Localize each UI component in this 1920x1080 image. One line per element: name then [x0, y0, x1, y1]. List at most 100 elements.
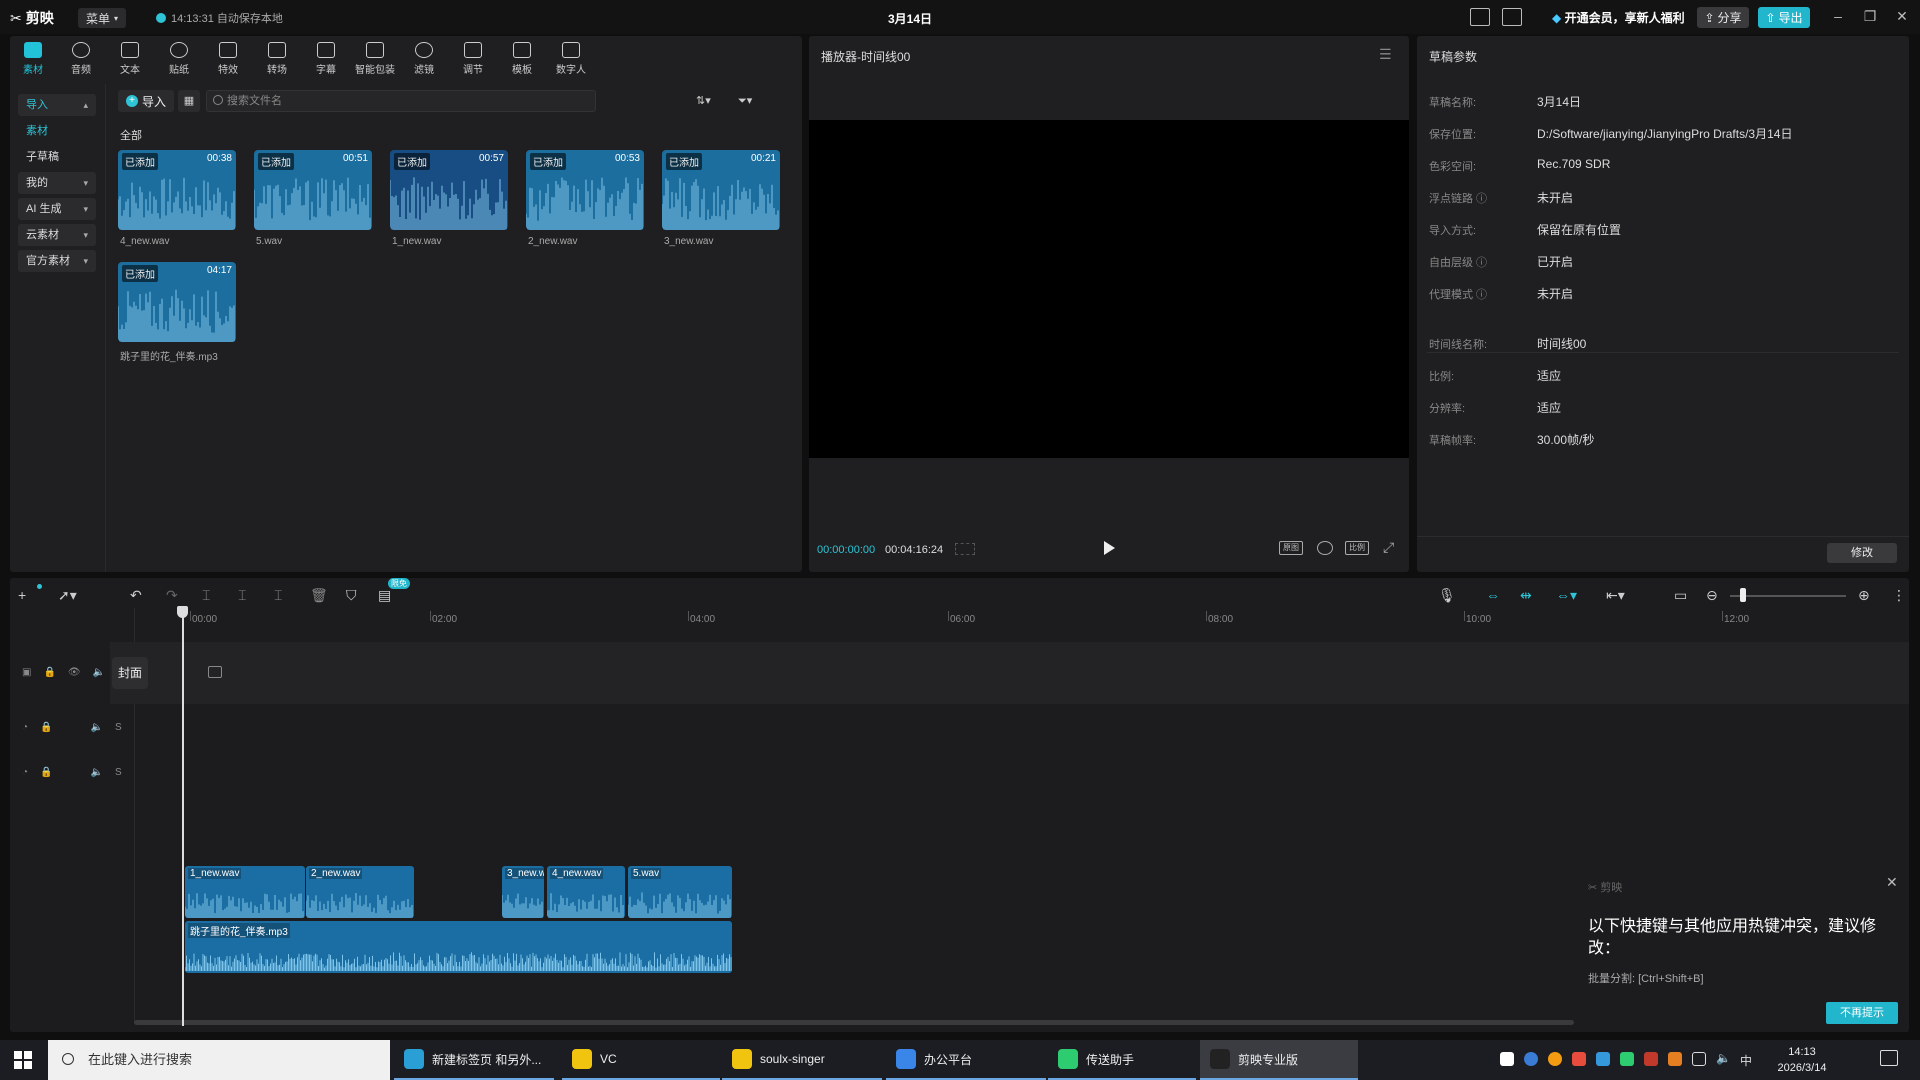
- network-tray-icon[interactable]: [1596, 1052, 1610, 1066]
- main-track-magnet-icon[interactable]: ⇔: [1486, 587, 1500, 603]
- taskbar-search-input[interactable]: 在此键入进行搜索: [48, 1040, 390, 1080]
- dont-show-again-button[interactable]: 不再提示: [1826, 1002, 1898, 1024]
- app-tray-icon[interactable]: [1572, 1052, 1586, 1066]
- media-clip[interactable]: 已添加 00:57: [390, 150, 508, 230]
- tab-sticker[interactable]: 贴纸: [158, 42, 200, 76]
- undo-icon[interactable]: ↶: [130, 587, 142, 604]
- screenshot-icon[interactable]: [1317, 541, 1333, 555]
- share-button[interactable]: ⇪ 分享: [1697, 7, 1749, 28]
- tab-transition[interactable]: 转场: [256, 42, 298, 76]
- ime-indicator[interactable]: 中: [1740, 1052, 1752, 1069]
- menu-button[interactable]: 菜单 ▾: [78, 8, 127, 28]
- tab-adjust[interactable]: 调节: [452, 42, 494, 76]
- layout-icon[interactable]: [1502, 8, 1522, 26]
- audio-clip[interactable]: 4_new.wav: [547, 866, 625, 918]
- security-tray-icon[interactable]: [1644, 1052, 1658, 1066]
- split-right-icon[interactable]: ⌶: [274, 587, 282, 604]
- tab-digital-human[interactable]: 数字人: [550, 42, 592, 76]
- add-track-icon[interactable]: +: [18, 587, 26, 603]
- linkage-icon[interactable]: ⇔▾: [1556, 587, 1577, 604]
- playhead[interactable]: [182, 608, 184, 1026]
- tab-effects[interactable]: 特效: [207, 42, 249, 76]
- minimize-icon[interactable]: –: [1828, 8, 1848, 24]
- preview-axis-icon[interactable]: ⇤▾: [1606, 587, 1625, 604]
- speaker-icon[interactable]: 🔈: [91, 767, 103, 778]
- media-clip[interactable]: 已添加 00:53: [526, 150, 644, 230]
- cover-button[interactable]: 封面: [112, 657, 148, 689]
- modify-button[interactable]: 修改: [1827, 543, 1897, 563]
- chat-tray-icon[interactable]: [1620, 1052, 1634, 1066]
- tab-material[interactable]: 素材: [12, 42, 54, 76]
- solo-icon[interactable]: S: [115, 722, 122, 733]
- media-clip[interactable]: 已添加 00:21: [662, 150, 780, 230]
- browser-tray-icon[interactable]: [1524, 1052, 1538, 1066]
- menu-icon[interactable]: ☰: [1379, 46, 1392, 63]
- media-clip[interactable]: 已添加 04:17: [118, 262, 236, 342]
- solo-icon[interactable]: S: [115, 767, 122, 778]
- volume-icon[interactable]: 🔈: [1716, 1051, 1731, 1065]
- windows-start-icon[interactable]: [14, 1051, 32, 1069]
- tab-audio[interactable]: 音频: [60, 42, 102, 76]
- tab-text[interactable]: 文本: [109, 42, 151, 76]
- taskbar-clock[interactable]: 14:13 2026/3/14: [1770, 1044, 1834, 1076]
- lock-icon[interactable]: 🔒: [43, 667, 55, 678]
- eye-icon[interactable]: 👁: [68, 667, 81, 678]
- tab-filter[interactable]: 滤镜: [403, 42, 445, 76]
- vip-promo[interactable]: ◆ 开通会员，享新人福利: [1552, 9, 1685, 26]
- nav-material[interactable]: 素材: [18, 120, 96, 142]
- nav-cloud[interactable]: 云素材 ▾: [18, 224, 96, 246]
- fullscreen-icon[interactable]: ⤢: [1383, 539, 1394, 556]
- audio-clip[interactable]: 1_new.wav: [185, 866, 305, 918]
- tab-template[interactable]: 模板: [501, 42, 543, 76]
- zoom-slider-handle[interactable]: [1740, 588, 1746, 602]
- zoom-in-icon[interactable]: ⊕: [1858, 587, 1870, 604]
- video-preview[interactable]: [809, 120, 1409, 458]
- notification-center-icon[interactable]: [1880, 1050, 1898, 1066]
- nav-subdraft[interactable]: 子草稿: [18, 146, 96, 168]
- microphone-icon[interactable]: 🎙: [1438, 587, 1456, 604]
- play-icon[interactable]: [1104, 541, 1115, 555]
- audio-clip[interactable]: 3_new.w: [502, 866, 544, 918]
- more-icon[interactable]: ⋮: [1892, 587, 1906, 604]
- lock-icon[interactable]: 🔒: [40, 767, 52, 778]
- delete-icon[interactable]: 🗑: [310, 587, 328, 604]
- shortcut-keyboard-icon[interactable]: [1470, 8, 1490, 26]
- taskbar-app[interactable]: soulx-singer: [722, 1040, 882, 1080]
- main-video-track[interactable]: [110, 642, 1909, 704]
- tab-smart-pack[interactable]: 智能包装: [354, 42, 396, 76]
- nav-mine[interactable]: 我的 ▾: [18, 172, 96, 194]
- speaker-icon[interactable]: 🔈: [91, 722, 103, 733]
- audio-clip[interactable]: 5.wav: [628, 866, 732, 918]
- lock-icon[interactable]: 🔒: [40, 722, 52, 733]
- nav-official[interactable]: 官方素材 ▾: [18, 250, 96, 272]
- playhead-handle[interactable]: [177, 606, 188, 618]
- audio-track-icon[interactable]: ◔: [22, 767, 28, 778]
- wifi-icon[interactable]: [1692, 1052, 1706, 1066]
- close-icon[interactable]: ✕: [1892, 8, 1912, 25]
- screen-icon[interactable]: ▭: [1674, 587, 1687, 604]
- search-input[interactable]: 搜索文件名: [206, 90, 596, 112]
- taskbar-app[interactable]: VC: [562, 1040, 720, 1080]
- capcut-tray-icon[interactable]: [1500, 1052, 1514, 1066]
- taskbar-app[interactable]: 办公平台: [886, 1040, 1046, 1080]
- filter-funnel-icon[interactable]: ⏷▾: [738, 94, 752, 108]
- media-clip[interactable]: 已添加 00:51: [254, 150, 372, 230]
- zoom-slider[interactable]: [1730, 595, 1846, 597]
- speaker-icon[interactable]: 🔈: [93, 667, 105, 678]
- restore-icon[interactable]: ❐: [1860, 8, 1880, 25]
- import-button[interactable]: + 导入: [118, 90, 174, 112]
- select-cursor-icon[interactable]: ➚▾: [58, 587, 77, 604]
- split-icon[interactable]: ⌶: [202, 587, 210, 604]
- redo-icon[interactable]: ↷: [166, 587, 178, 604]
- nav-ai[interactable]: AI 生成 ▾: [18, 198, 96, 220]
- shield-icon[interactable]: ⛉: [346, 587, 357, 604]
- track-toggle-icon[interactable]: ▣: [22, 667, 31, 678]
- audio-clip[interactable]: 2_new.wav: [306, 866, 414, 918]
- auto-caption-icon[interactable]: ▤: [378, 587, 391, 604]
- timeline-scrollbar[interactable]: [134, 1020, 1574, 1025]
- close-icon[interactable]: ✕: [1886, 874, 1898, 891]
- auto-snap-icon[interactable]: ⇹: [1520, 587, 1532, 604]
- tab-subtitle[interactable]: 字幕: [305, 42, 347, 76]
- zoom-out-icon[interactable]: ⊖: [1706, 587, 1718, 604]
- taskbar-app[interactable]: 传送助手: [1048, 1040, 1196, 1080]
